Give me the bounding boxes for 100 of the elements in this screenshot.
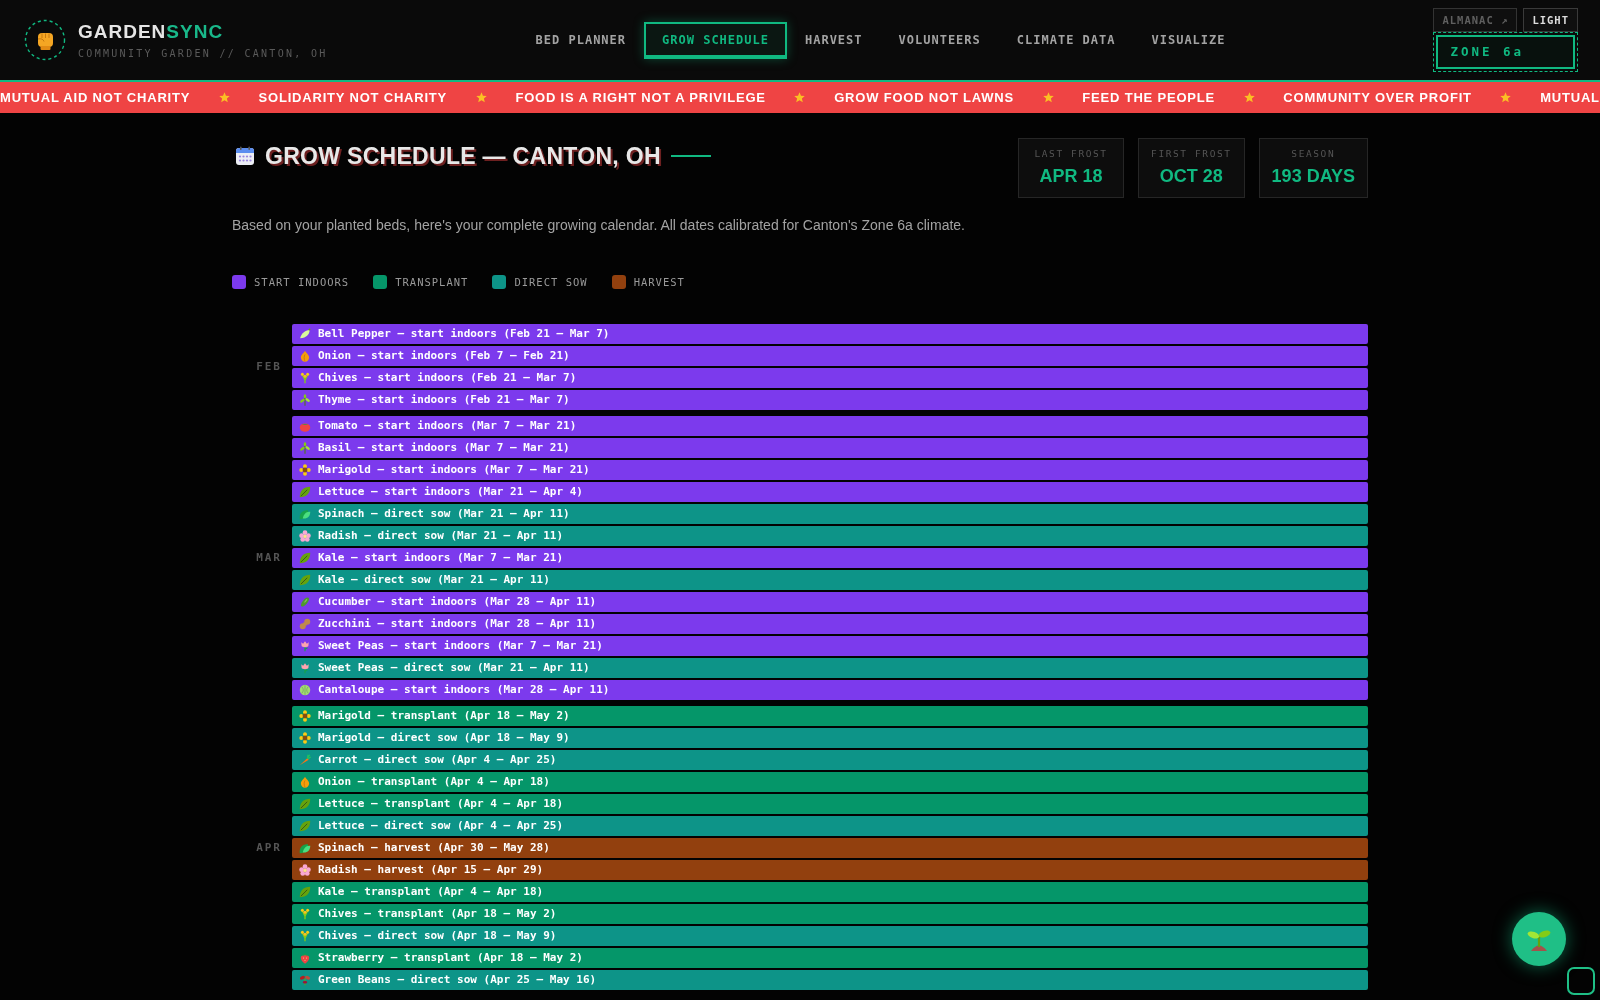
ticker-text: MUTUAL — [1540, 90, 1600, 105]
floating-action-button[interactable] — [1512, 912, 1566, 966]
tomato-icon — [299, 420, 311, 432]
carrot-icon — [299, 754, 311, 766]
leaf-icon — [299, 574, 311, 586]
star-icon — [1500, 92, 1512, 103]
legend-label: START INDOORS — [254, 275, 350, 289]
leaf-icon — [299, 486, 311, 498]
leaf-icon — [299, 886, 311, 898]
legend-label: HARVEST — [633, 275, 685, 289]
melon-icon — [299, 684, 311, 696]
leaf-icon — [299, 820, 311, 832]
schedule-label: Chives — transplant (Apr 18 — May 2) — [318, 907, 557, 921]
cucumber-icon — [299, 596, 311, 608]
schedule-label: Onion — start indoors (Feb 7 — Feb 21) — [318, 349, 570, 363]
app-title: GARDENSYNC — [78, 20, 225, 43]
schedule-label: Thyme — start indoors (Feb 21 — Mar 7) — [318, 393, 570, 407]
onion-icon — [299, 776, 311, 788]
schedule-label: Marigold — start indoors (Mar 7 — Mar 21) — [318, 463, 590, 477]
leafy-greens-icon — [299, 842, 311, 854]
onion-icon — [299, 350, 311, 362]
schedule-label: Lettuce — start indoors (Mar 21 — Apr 4) — [318, 485, 583, 499]
star-icon — [1042, 92, 1054, 103]
stat-value: 193 DAYS — [1271, 165, 1355, 187]
schedule-label: Cucumber — start indoors (Mar 28 — Apr 11) — [318, 595, 597, 609]
legend-label: DIRECT SOW — [514, 275, 588, 289]
schedule-label: Kale — direct sow (Mar 21 — Apr 11) — [318, 573, 550, 587]
star-icon — [475, 92, 487, 103]
schedule-label: Bell Pepper — start indoors (Feb 21 — Mar 7) — [318, 327, 610, 341]
schedule-label: Radish — direct sow (Mar 21 — Apr 11) — [318, 529, 564, 543]
schedule-label: Spinach — direct sow (Mar 21 — Apr 11) — [318, 507, 570, 521]
schedule-label: Lettuce — transplant (Apr 4 — Apr 18) — [318, 797, 564, 811]
sprig-icon — [299, 908, 311, 920]
accent-rule — [670, 155, 711, 157]
schedule-label: Cantaloupe — start indoors (Mar 28 — Apr 11) — [318, 683, 610, 697]
ticker-text: FOOD IS A RIGHT NOT A PRIVILEGE — [515, 90, 766, 105]
sunflower-icon — [299, 732, 311, 744]
schedule-label: Green Beans — direct sow (Apr 25 — May 16) — [318, 973, 597, 987]
sprig-icon — [299, 372, 311, 384]
month-label: APR — [256, 841, 282, 855]
calendar-icon — [235, 146, 255, 166]
pepper-icon — [299, 328, 311, 340]
nav-tab[interactable]: GROW SCHEDULE — [644, 21, 787, 59]
stat-value: OCT 28 — [1158, 165, 1224, 187]
ticker-text: SOLIDARITY NOT CHARITY — [258, 90, 448, 105]
schedule-label: Marigold — transplant (Apr 18 — May 2) — [318, 709, 570, 723]
schedule-label: Kale — transplant (Apr 4 — Apr 18) — [318, 885, 544, 899]
legend-label: TRANSPLANT — [395, 275, 469, 289]
schedule-label: Sweet Peas — start indoors (Mar 7 — Mar 21) — [318, 639, 603, 653]
schedule-label: Sweet Peas — direct sow (Mar 21 — Apr 11) — [318, 661, 590, 675]
schedule-label: Chives — start indoors (Feb 21 — Mar 7) — [318, 371, 577, 385]
stat-label: SEASON — [1290, 148, 1337, 160]
ticker-text: MUTUAL AID NOT CHARITY — [0, 90, 191, 105]
app-subtitle: COMMUNITY GARDEN // CANTON, OH — [78, 46, 328, 60]
schedule-label: Radish — harvest (Apr 15 — Apr 29) — [318, 863, 544, 877]
schedule-label: Onion — transplant (Apr 4 — Apr 18) — [318, 775, 550, 789]
schedule-label: Lettuce — direct sow (Apr 4 — Apr 25) — [318, 819, 564, 833]
nav-tab[interactable]: HARVEST — [786, 21, 881, 59]
page-description: Based on your planted beds, here's your complete growing calendar. All dates calibrated for Canton's Zone 6a climate. — [232, 216, 966, 235]
strawberry-icon — [299, 952, 311, 964]
schedule-label: Chives — direct sow (Apr 18 — May 9) — [318, 929, 557, 943]
ticker-text: FEED THE PEOPLE — [1082, 90, 1215, 105]
leaf-icon — [299, 798, 311, 810]
nav-tab[interactable]: VOLUNTEERS — [880, 21, 999, 59]
schedule-label: Spinach — harvest (Apr 30 — May 28) — [318, 841, 550, 855]
sprig-icon — [299, 930, 311, 942]
schedule-label: Zucchini — start indoors (Mar 28 — Apr 11) — [318, 617, 597, 631]
sunflower-icon — [299, 710, 311, 722]
stat-label: LAST FROST — [1033, 148, 1109, 160]
star-icon — [794, 92, 806, 103]
nav-tab[interactable]: VISUALIZE — [1133, 21, 1244, 59]
schedule-label: Marigold — direct sow (Apr 18 — May 9) — [318, 731, 570, 745]
stat-value: APR 18 — [1038, 165, 1104, 187]
secondary-floating-button[interactable] — [1567, 967, 1595, 995]
theme-toggle[interactable]: LIGHT — [1523, 8, 1578, 32]
blossom-icon — [299, 864, 311, 876]
schedule-label: Tomato — start indoors (Mar 7 — Mar 21) — [318, 419, 577, 433]
stat-label: FIRST FROST — [1151, 148, 1232, 160]
nav-tab[interactable]: CLIMATE DATA — [998, 21, 1134, 59]
schedule-label: Kale — start indoors (Mar 7 — Mar 21) — [318, 551, 564, 565]
star-icon — [1243, 92, 1255, 103]
peanut-icon — [299, 618, 311, 630]
leaf-icon — [299, 552, 311, 564]
herb-icon — [299, 394, 311, 406]
blossom-icon — [299, 530, 311, 542]
nav-tab[interactable]: BED PLANNER — [517, 21, 645, 59]
schedule-label: Carrot — direct sow (Apr 4 — Apr 25) — [318, 753, 557, 767]
sunflower-icon — [299, 464, 311, 476]
leafy-greens-icon — [299, 508, 311, 520]
month-label: MAR — [256, 551, 282, 565]
page-title: GROW SCHEDULE — CANTON, OH — [265, 142, 661, 170]
schedule-label: Basil — start indoors (Mar 7 — Mar 21) — [318, 441, 570, 455]
flower-icon — [299, 662, 311, 674]
herb-icon — [299, 442, 311, 454]
bean-icon — [299, 974, 311, 986]
zone-badge: ZONE 6a — [1433, 32, 1578, 72]
flower-icon — [299, 640, 311, 652]
schedule-label: Strawberry — transplant (Apr 18 — May 2) — [318, 951, 583, 965]
ticker-text: GROW FOOD NOT LAWNS — [834, 90, 1014, 105]
ticker-text: COMMUNITY OVER PROFIT — [1283, 90, 1472, 105]
